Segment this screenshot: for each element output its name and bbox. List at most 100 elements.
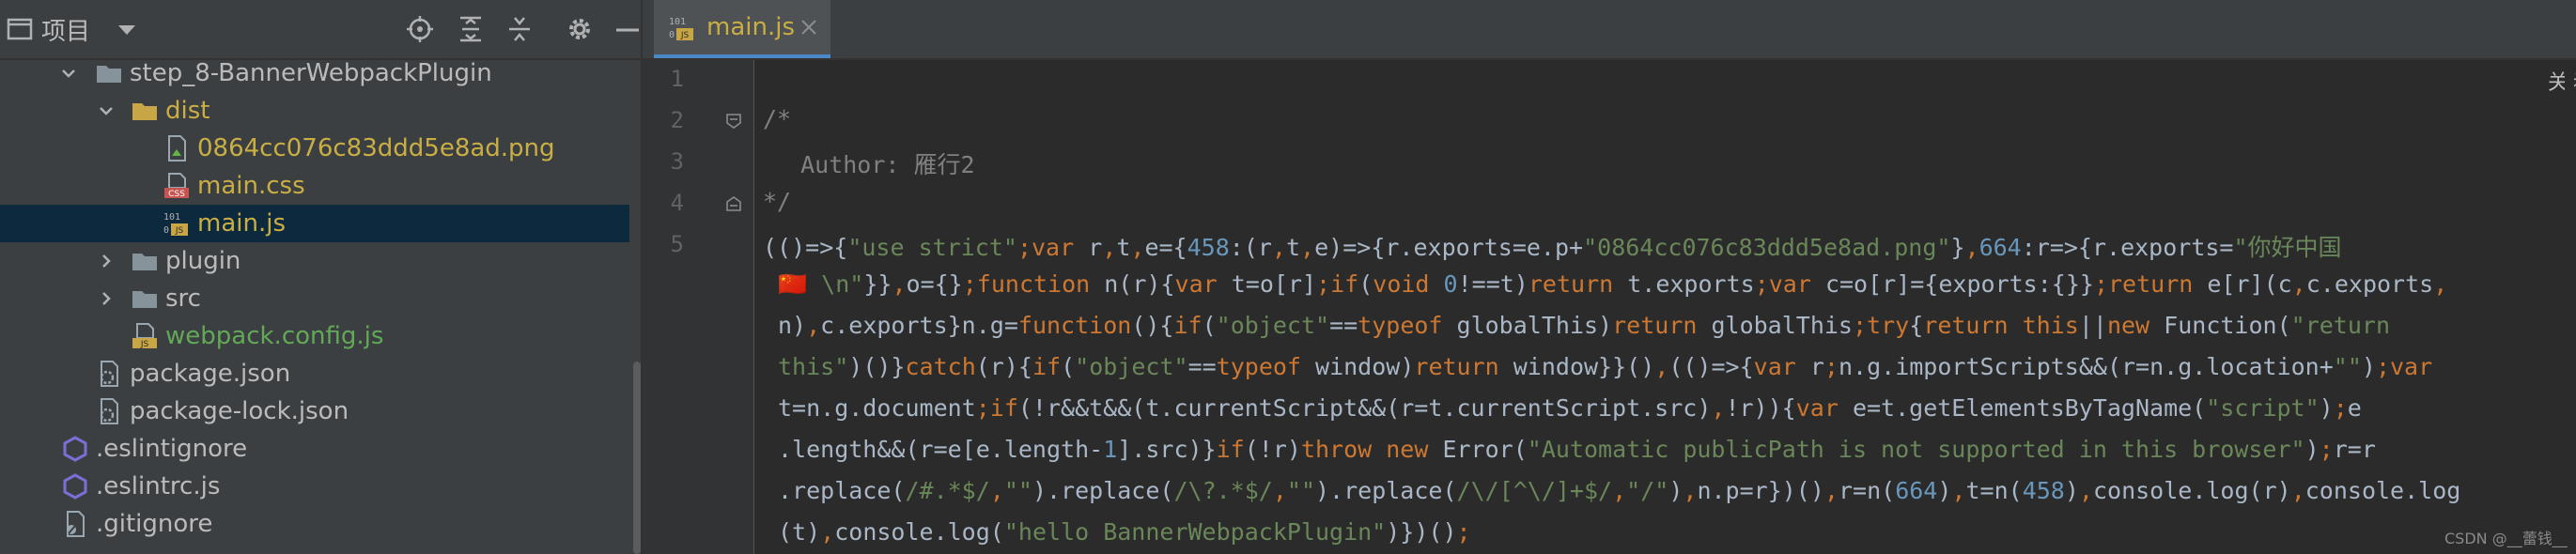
code-token: /#.*$/ — [905, 477, 990, 504]
tree-item-webpack-config[interactable]: JS webpack.config.js — [0, 317, 629, 355]
code-token: ;if — [975, 394, 1018, 422]
tree-item-png[interactable]: 0864cc076c83ddd5e8ad.png — [0, 130, 629, 167]
code-token: var — [1753, 353, 1810, 380]
code-token: Function( — [2164, 312, 2291, 339]
code-token: throw new — [1300, 436, 1443, 463]
svg-text:0: 0 — [669, 30, 675, 40]
code-token: ; — [1823, 353, 1839, 380]
code-token: , — [1130, 234, 1145, 261]
code-token: n(r){ — [1104, 270, 1175, 298]
code-token: ;var — [2375, 353, 2433, 380]
svg-text:JS: JS — [140, 340, 149, 349]
line-number: 2 — [670, 107, 684, 133]
code-token: "script" — [2206, 394, 2320, 422]
code-token: n) — [778, 312, 807, 339]
code-token: 664 — [1979, 234, 2022, 261]
tree-item-plugin[interactable]: plugin — [0, 242, 629, 280]
collapse-all-icon[interactable] — [504, 13, 535, 45]
js-file-icon: 101 0 JS — [163, 212, 188, 236]
code-token: , — [1654, 353, 1669, 380]
code-token: }} — [863, 270, 892, 298]
code-token: , — [1102, 234, 1117, 261]
editor-gutter: 1 2 3 4 5 — [643, 60, 754, 554]
tree-item-gitignore[interactable]: .gitignore — [0, 505, 629, 543]
tree-item-package-lock-json[interactable]: package-lock.json — [0, 392, 629, 430]
code-token: "0864cc076c83ddd5e8ad.png" — [1583, 234, 1951, 261]
code-token: "return — [2290, 312, 2390, 339]
tab-main-js[interactable]: 101 0 JS main.js — [654, 0, 830, 58]
code-line-segment: 🇨🇳 \n"}},o={};function n(r){var t=o[r];i… — [778, 270, 2447, 299]
chevron-right-icon[interactable] — [98, 253, 115, 269]
code-token: , — [1823, 477, 1839, 504]
code-area[interactable]: /* Author: 雁行2 */ (()=>{"use strict";var… — [763, 60, 2548, 554]
project-panel-title[interactable]: 项目 — [41, 12, 90, 47]
code-token: ( — [1358, 270, 1373, 298]
code-line: /* — [763, 105, 792, 132]
code-token: ) — [2304, 436, 2320, 463]
image-file-icon — [168, 135, 186, 162]
tree-item-package-json[interactable]: package.json — [0, 355, 629, 392]
editor-scrollbar[interactable] — [2565, 60, 2574, 554]
code-token: ;var — [1754, 270, 1825, 298]
code-token: c=o[r]={exports:{}} — [1824, 270, 2094, 298]
code-token: )()} — [848, 353, 906, 380]
code-token: , — [2290, 477, 2305, 504]
code-token: this" — [778, 353, 849, 380]
tree-item-eslintignore[interactable]: .eslintignore — [0, 430, 629, 468]
tree-item-dist[interactable]: dist — [0, 92, 629, 130]
code-token: :r=>{r.exports= — [2021, 234, 2234, 261]
code-token: e — [2347, 394, 2362, 422]
tree-item-label: main.js — [197, 209, 286, 238]
code-token: "你好中国 — [2233, 234, 2342, 261]
code-token: r — [1088, 234, 1103, 261]
close-icon[interactable] — [799, 17, 819, 38]
code-token: return — [1612, 312, 1712, 339]
locate-icon[interactable] — [404, 13, 436, 45]
tree-item-eslintrc[interactable]: .eslintrc.js — [0, 468, 629, 505]
code-token: e[r](c — [2207, 270, 2292, 298]
code-token: (!r&&t&&(t.currentScript&&(r=t.currentSc… — [1017, 394, 1712, 422]
code-token: .length&&(r=e[e.length- — [778, 436, 1104, 463]
code-token: , — [1272, 477, 1287, 504]
line-number: 3 — [670, 148, 684, 175]
chevron-down-icon[interactable] — [111, 13, 143, 45]
code-line-segment: t=n.g.document;if(!r&&t&&(t.currentScrip… — [778, 394, 2362, 422]
expand-all-icon[interactable] — [455, 13, 487, 45]
gear-icon[interactable] — [564, 13, 596, 45]
tree-item-main-css[interactable]: CSS main.css — [0, 167, 629, 205]
hide-icon[interactable] — [613, 13, 644, 45]
code-token: , — [1683, 477, 1698, 504]
code-token: , — [1300, 234, 1315, 261]
tree-item-src[interactable]: src — [0, 280, 629, 317]
project-view-icon[interactable] — [4, 13, 36, 45]
code-token: t=n( — [1965, 477, 2023, 504]
fold-close-icon[interactable] — [725, 195, 742, 212]
code-token: var — [1174, 270, 1232, 298]
tree-item-main-js[interactable]: 101 0 JS main.js — [0, 205, 629, 242]
svg-text:JS: JS — [680, 31, 690, 40]
code-token: if — [1173, 312, 1203, 339]
tree-item-step-8[interactable]: step_8-BannerWebpackPlugin — [0, 54, 629, 92]
chevron-down-icon[interactable] — [60, 65, 77, 82]
chevron-right-icon[interactable] — [98, 290, 115, 307]
tree-item-label: package.json — [130, 360, 291, 388]
chevron-down-icon[interactable] — [98, 102, 115, 119]
css-file-icon: CSS — [164, 173, 189, 199]
code-token: (()=>{ — [763, 234, 848, 261]
code-token: .replace( — [778, 477, 906, 504]
code-token: || — [2078, 312, 2107, 339]
json-file-icon — [100, 398, 118, 424]
js-file-icon: 101 0 JS — [669, 17, 693, 40]
code-token: console.log( — [834, 518, 1004, 546]
project-panel-scrollbar[interactable] — [633, 362, 641, 554]
project-panel-header: 项目 — [0, 0, 641, 60]
code-token: "object" — [1075, 353, 1188, 380]
fold-open-icon[interactable] — [725, 113, 742, 130]
code-token: 🇨🇳 \n" — [778, 270, 864, 298]
code-token: t=o[r] — [1231, 270, 1317, 298]
code-token: , — [806, 312, 821, 339]
tree-item-label: plugin — [165, 247, 241, 275]
tree-item-label: .gitignore — [96, 510, 213, 538]
code-token: console.log(r) — [2092, 477, 2291, 504]
code-token: ;function — [962, 270, 1105, 298]
